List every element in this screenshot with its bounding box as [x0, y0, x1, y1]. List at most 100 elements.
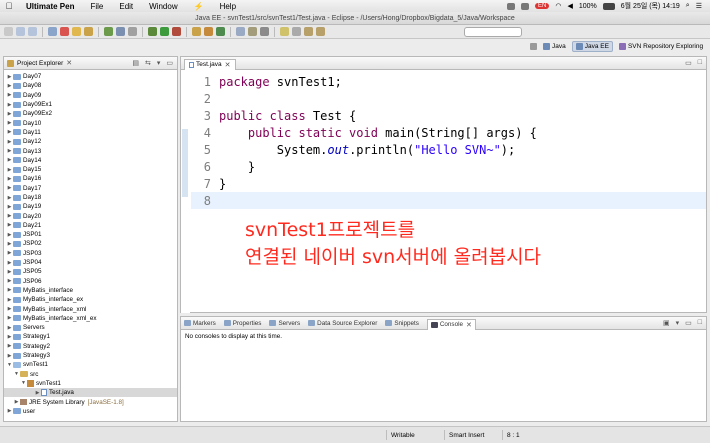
tree-item-project[interactable]: ▶ Day17: [4, 184, 177, 193]
new-icon[interactable]: [4, 27, 13, 36]
search-icon[interactable]: ⌕: [686, 2, 690, 10]
collapsed-arrow-icon[interactable]: ▶: [6, 250, 13, 256]
code-line[interactable]: 6 }: [191, 158, 706, 175]
tree-item-project[interactable]: ▶ JSP04: [4, 258, 177, 267]
tab-markers[interactable]: Markers: [184, 320, 216, 327]
code-line[interactable]: 3 public class Test {: [191, 107, 706, 124]
maximize-icon[interactable]: □: [698, 59, 702, 67]
battery-icon[interactable]: [602, 2, 615, 10]
search-icon[interactable]: [260, 27, 269, 36]
volume-icon[interactable]: ◀: [567, 2, 572, 10]
code-line[interactable]: 1 package svnTest1;: [191, 73, 706, 90]
tree-item-project[interactable]: ▼ svnTest1: [4, 360, 177, 369]
collapsed-arrow-icon[interactable]: ▶: [6, 102, 13, 108]
notification-icon[interactable]: ☰: [696, 2, 702, 10]
tree-item-jre[interactable]: ▶ JRE System Library [JavaSE-1.8]: [4, 397, 177, 406]
clock[interactable]: 6월 25일 (목) 14:19: [621, 1, 680, 11]
collapsed-arrow-icon[interactable]: ▶: [6, 306, 13, 312]
tree-item-package[interactable]: ▼ svnTest1: [4, 379, 177, 388]
tree-item-src[interactable]: ▼ src: [4, 370, 177, 379]
tree-item-project[interactable]: ▶ user: [4, 407, 177, 416]
annotation-icon[interactable]: [280, 27, 289, 36]
quick-access-input[interactable]: [464, 27, 522, 37]
link-editor-icon[interactable]: ⇆: [145, 59, 151, 67]
project-explorer-tab[interactable]: Project Explorer ✕ ▤ ⇆ ▾ ▭: [4, 57, 177, 70]
new-package-icon[interactable]: [204, 27, 213, 36]
view-menu-icon[interactable]: ▾: [157, 59, 161, 67]
collapsed-arrow-icon[interactable]: ▶: [6, 120, 13, 126]
tree-item-project[interactable]: ▶ JSP01: [4, 230, 177, 239]
code-line[interactable]: 4 public static void main(String[] args)…: [191, 124, 706, 141]
prev-edit-icon[interactable]: [292, 27, 301, 36]
new-class-icon[interactable]: [216, 27, 225, 36]
tree-item-project[interactable]: ▶ MyBatis_interface_xml: [4, 304, 177, 313]
collapsed-arrow-icon[interactable]: ▶: [6, 83, 13, 89]
tree-item-project[interactable]: ▶ MyBatis_interface: [4, 286, 177, 295]
tree-item-project[interactable]: ▶ Day10: [4, 118, 177, 127]
collapsed-arrow-icon[interactable]: ▶: [6, 176, 13, 182]
minimize-icon[interactable]: ▭: [166, 59, 173, 67]
tree-item-file[interactable]: ▶ Test.java: [4, 388, 177, 398]
tab-data-source-explorer[interactable]: Data Source Explorer: [308, 320, 377, 327]
code-line[interactable]: 5 System.out.println("Hello SVN~");: [191, 141, 706, 158]
collapsed-arrow-icon[interactable]: ▶: [6, 315, 13, 321]
tree-item-project[interactable]: ▶ Servers: [4, 323, 177, 332]
collapsed-arrow-icon[interactable]: ▶: [6, 343, 13, 349]
search-toolbar-icon[interactable]: [128, 27, 137, 36]
save-all-icon[interactable]: [28, 27, 37, 36]
tree-item-project[interactable]: ▶ Day08: [4, 81, 177, 90]
tree-item-project[interactable]: ▶ Day09: [4, 91, 177, 100]
close-icon[interactable]: ✕: [66, 59, 72, 67]
tree-item-project[interactable]: ▶ Day21: [4, 221, 177, 230]
debug-run-icon[interactable]: [148, 27, 157, 36]
collapsed-arrow-icon[interactable]: ▶: [6, 92, 13, 98]
collapsed-arrow-icon[interactable]: ▶: [6, 74, 13, 80]
tree-item-project[interactable]: ▶ Day14: [4, 156, 177, 165]
menu-file[interactable]: File: [82, 2, 111, 11]
code-line-current[interactable]: 8: [191, 192, 706, 209]
menu-edit[interactable]: Edit: [111, 2, 141, 11]
tree-item-project[interactable]: ▶ Day16: [4, 174, 177, 183]
tray-icon[interactable]: [521, 2, 530, 10]
tab-snippets[interactable]: Snippets: [385, 320, 419, 327]
run-icon[interactable]: [160, 27, 169, 36]
tree-item-project[interactable]: ▶ Day19: [4, 202, 177, 211]
tree-item-project[interactable]: ▶ JSP02: [4, 239, 177, 248]
collapsed-arrow-icon[interactable]: ▶: [6, 139, 13, 145]
tree-item-project[interactable]: ▶ MyBatis_interface_xml_ex: [4, 314, 177, 323]
step-icon[interactable]: [84, 27, 93, 36]
collapsed-arrow-icon[interactable]: ▶: [6, 213, 13, 219]
stop-icon[interactable]: [60, 27, 69, 36]
tree-item-project[interactable]: ▶ Day07: [4, 72, 177, 81]
tree-item-project[interactable]: ▶ Day11: [4, 128, 177, 137]
collapsed-arrow-icon[interactable]: ▶: [6, 222, 13, 228]
collapsed-arrow-icon[interactable]: ▶: [6, 297, 13, 303]
menu-window[interactable]: Window: [141, 2, 185, 11]
tree-item-project[interactable]: ▶ Strategy1: [4, 332, 177, 341]
save-icon[interactable]: [16, 27, 25, 36]
menu-app-name[interactable]: Ultimate Pen: [18, 2, 82, 11]
perspective-svn[interactable]: SVN Repository Exploring: [616, 42, 706, 51]
minimize-icon[interactable]: ▭: [685, 59, 692, 67]
tree-item-project[interactable]: ▶ Strategy2: [4, 342, 177, 351]
debug-icon[interactable]: [48, 27, 57, 36]
close-icon[interactable]: ✕: [466, 321, 472, 329]
close-icon[interactable]: ✕: [225, 61, 231, 69]
collapsed-arrow-icon[interactable]: ▶: [6, 195, 13, 201]
open-task-icon[interactable]: [248, 27, 257, 36]
code-line[interactable]: 2: [191, 90, 706, 107]
collapsed-arrow-icon[interactable]: ▶: [6, 167, 13, 173]
tree-item-project[interactable]: ▶ Day20: [4, 211, 177, 220]
collapsed-arrow-icon[interactable]: ▶: [6, 334, 13, 340]
pause-icon[interactable]: [72, 27, 81, 36]
code-line[interactable]: 7 }: [191, 175, 706, 192]
tree-item-project[interactable]: ▶ JSP03: [4, 249, 177, 258]
tray-icon[interactable]: [507, 2, 516, 10]
tree-item-project[interactable]: ▶ JSP05: [4, 267, 177, 276]
back-icon[interactable]: [304, 27, 313, 36]
perspective-java-ee[interactable]: Java EE: [571, 41, 613, 52]
forward-icon[interactable]: [316, 27, 325, 36]
collapsed-arrow-icon[interactable]: ▶: [6, 325, 13, 331]
maximize-icon[interactable]: □: [698, 319, 702, 327]
tree-item-project[interactable]: ▶ Day09Ex2: [4, 109, 177, 118]
